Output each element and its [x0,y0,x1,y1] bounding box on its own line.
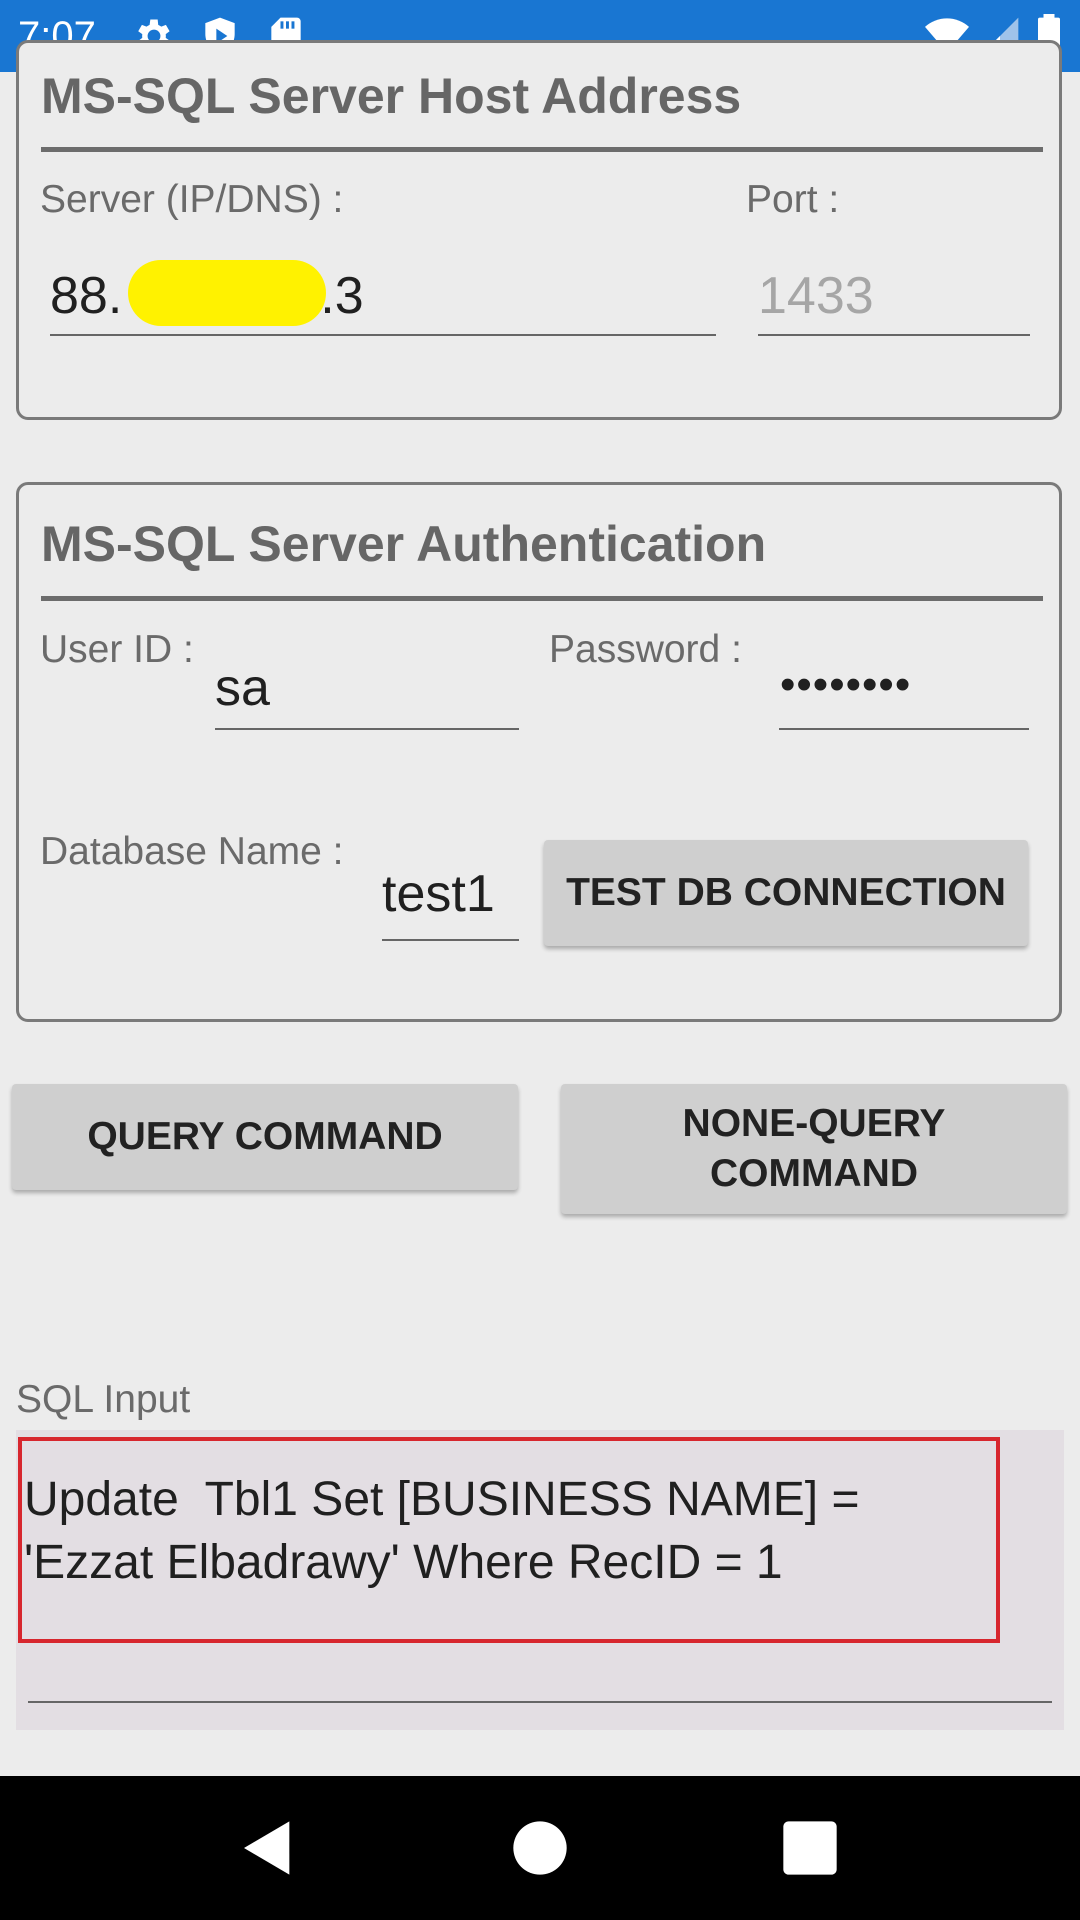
query-command-label: QUERY COMMAND [87,1115,443,1158]
user-id-input[interactable]: sa [215,658,270,718]
redaction-mark [128,260,326,326]
auth-section-title: MS-SQL Server Authentication [41,516,767,572]
database-name-underline [382,939,519,941]
none-query-label-line1: NONE-QUERY [682,1102,946,1145]
sql-input-text[interactable]: Update Tbl1 Set [BUSINESS NAME] = 'Ezzat… [24,1468,984,1594]
recents-icon[interactable] [778,1816,842,1880]
query-command-button[interactable]: QUERY COMMAND [12,1084,518,1190]
server-value-prefix: 88. [50,267,123,325]
password-label: Password : [549,628,742,671]
port-label: Port : [746,178,840,221]
port-input[interactable]: 1433 [758,266,874,326]
server-input-underline [50,334,716,336]
port-input-underline [758,334,1030,336]
test-db-connection-label: TEST DB CONNECTION [566,871,1006,914]
password-input[interactable]: •••••••• [780,660,911,710]
server-label: Server (IP/DNS) : [40,178,344,221]
none-query-label-line2: COMMAND [710,1152,918,1195]
none-query-command-button[interactable]: NONE-QUERY COMMAND [561,1084,1067,1214]
auth-section-divider [41,596,1043,601]
database-name-input[interactable]: test1 [382,864,495,924]
host-address-card: MS-SQL Server Host Address [16,40,1062,420]
home-icon[interactable] [508,1816,572,1880]
sql-input-underline [28,1701,1052,1703]
password-underline [779,728,1029,730]
test-db-connection-button[interactable]: TEST DB CONNECTION [544,840,1028,946]
sql-input-label: SQL Input [16,1378,191,1421]
user-id-underline [215,728,519,730]
host-section-title: MS-SQL Server Host Address [41,68,742,124]
user-id-label: User ID : [40,628,194,671]
database-name-label: Database Name : [40,830,344,873]
server-value-suffix: .3 [320,267,364,325]
back-icon[interactable] [236,1816,300,1880]
navigation-bar [0,1776,1080,1920]
host-section-divider [41,147,1043,152]
